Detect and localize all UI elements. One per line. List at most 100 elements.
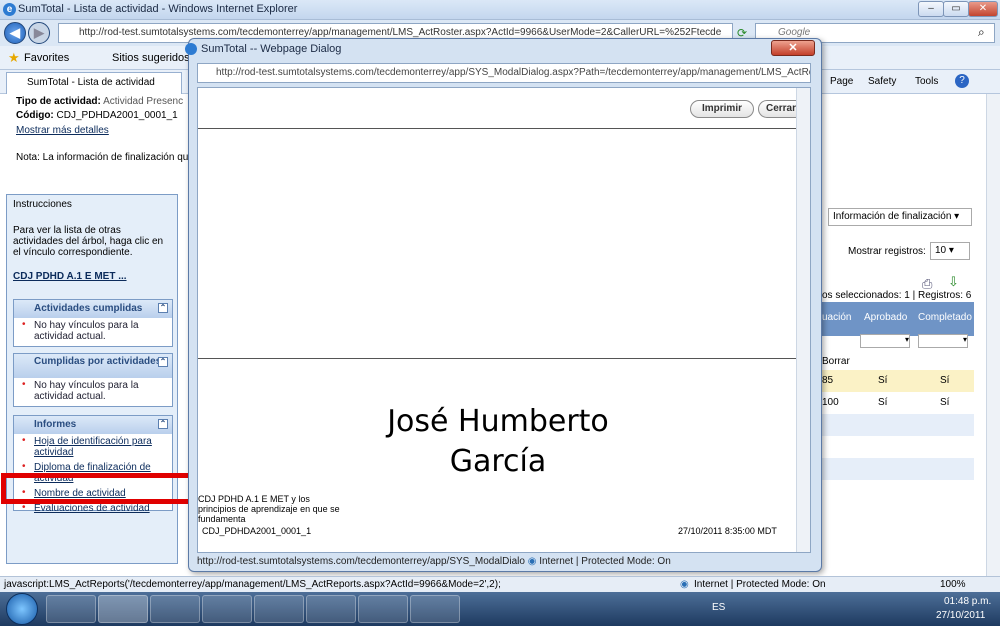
window-close-button[interactable]: ✕ (968, 1, 998, 17)
completion-info-value: Información de finalización (833, 211, 952, 222)
instructions-title: Instrucciones (13, 199, 72, 210)
filter-approved[interactable]: ▾ (860, 334, 910, 348)
taskbar-window-icon[interactable] (410, 595, 460, 623)
webpage-dialog: SumTotal -- Webpage Dialog ✕ http://rod-… (185, 38, 822, 572)
table-header: uación Aprobado Completado (822, 302, 974, 336)
instructions-text: Para ver la lista de otras actividades d… (13, 225, 164, 258)
globe-icon: ◉ (680, 579, 689, 590)
dialog-title: SumTotal -- Webpage Dialog (201, 43, 342, 55)
table-row[interactable]: 100 Sí Sí (822, 392, 974, 414)
records-value: 10 (935, 245, 947, 256)
certificate-date: 27/10/2011 8:35:00 MDT (678, 526, 777, 536)
clock-date[interactable]: 27/10/2011 (936, 610, 985, 621)
divider (198, 358, 798, 359)
language-indicator[interactable]: ES (712, 602, 725, 613)
clock-time[interactable]: 01:48 p.m. (944, 596, 991, 607)
tree-link[interactable]: CDJ PDHD A.1 E MET ... (13, 271, 127, 282)
dialog-status-bar: http://rod-test.sumtotalsystems.com/tecd… (197, 554, 811, 570)
tab-sumtotal[interactable]: SumTotal - Lista de actividad (6, 72, 182, 94)
start-button[interactable] (6, 593, 38, 625)
taskbar-paint-icon[interactable] (306, 595, 356, 623)
activity-code-row: Código: CDJ_PDHDA2001_0001_1 (16, 110, 178, 121)
favorites-button[interactable]: Favorites (24, 52, 69, 64)
taskbar-folder-icon[interactable] (150, 595, 200, 623)
safety-menu[interactable]: Safety (868, 76, 896, 87)
completed-by-activities-title: Cumplidas por actividades (34, 356, 162, 367)
highlight-box (1, 473, 204, 504)
search-icon[interactable]: ⌕ (978, 25, 985, 40)
show-records-label: Mostrar registros: (848, 246, 926, 257)
records-select[interactable]: 10 ▾ (930, 242, 970, 260)
star-icon: ★ (8, 50, 20, 65)
completed-activities-box: Actividades cumplidas ⌃ No hay vínculos p… (13, 299, 173, 347)
zoom-level[interactable]: 100% (940, 577, 966, 592)
taskbar-word-icon[interactable] (202, 595, 252, 623)
activity-code-label: Código: (16, 110, 54, 121)
recipient-name-line2: García (449, 444, 547, 479)
page-menu[interactable]: Page (830, 76, 853, 87)
activity-type-row: Tipo de actividad: Actividad Presenc (16, 96, 183, 107)
completed-activities-title: Actividades cumplidas (34, 303, 143, 314)
status-zone: Internet | Protected Mode: On (694, 579, 826, 590)
page-scrollbar[interactable] (986, 94, 1000, 576)
forward-button[interactable]: ▶ (28, 22, 50, 44)
dialog-status-url: http://rod-test.sumtotalsystems.com/tecd… (197, 556, 525, 567)
recipient-name-line1: José Humberto (387, 404, 609, 439)
note-text: Nota: La información de finalización qu (16, 152, 189, 163)
status-bar: javascript:LMS_ActReports('/tecdemonterr… (0, 576, 1000, 592)
suggested-sites-link[interactable]: Sitios sugeridos (112, 52, 190, 64)
col-completed[interactable]: Completado (918, 312, 972, 323)
reports-title: Informes (34, 419, 77, 430)
collapse-icon[interactable]: ⌃ (158, 303, 168, 313)
show-more-details-link[interactable]: Mostrar más detalles (16, 125, 109, 136)
row-approved: Sí (878, 375, 888, 386)
filter-completed[interactable]: ▾ (918, 334, 968, 348)
row-completed: Sí (940, 375, 950, 386)
reports-header[interactable]: Informes ⌃ (14, 416, 172, 434)
activity-code: CDJ_PDHDA2001_0001_1 (202, 526, 312, 536)
row-completed: Sí (940, 397, 950, 408)
dialog-body: Imprimir Cerrar José Humberto García CDJ… (197, 87, 811, 553)
selection-count: os seleccionados: 1 | Registros: 6 (822, 290, 972, 301)
divider (198, 128, 798, 129)
globe-icon: ◉ (527, 556, 537, 567)
minimize-button[interactable]: – (918, 1, 944, 17)
help-icon[interactable]: ? (955, 74, 969, 88)
left-panel: Instrucciones Para ver la lista de otras… (6, 194, 178, 564)
ie-icon (185, 43, 197, 55)
taskbar-messenger-icon[interactable] (254, 595, 304, 623)
tools-menu[interactable]: Tools (915, 76, 938, 87)
completed-by-activities-text: No hay vínculos para la actividad actual… (14, 378, 172, 404)
completed-activities-header[interactable]: Actividades cumplidas ⌃ (14, 300, 172, 318)
back-button[interactable]: ◀ (4, 22, 26, 44)
row-approved: Sí (878, 397, 888, 408)
collapse-icon[interactable]: ⌃ (158, 357, 168, 367)
taskbar-outlook-icon[interactable] (358, 595, 408, 623)
taskbar-ie-icon[interactable] (98, 595, 148, 623)
completed-activities-text: No hay vínculos para la actividad actual… (14, 318, 172, 344)
table-row[interactable]: 85 Sí Sí (822, 370, 974, 392)
completed-by-activities-box: Cumplidas por actividades⌃ No hay víncul… (13, 353, 173, 407)
maximize-button[interactable]: ▭ (943, 1, 969, 17)
dialog-url: http://rod-test.sumtotalsystems.com/tecd… (197, 63, 811, 83)
export-icon[interactable]: ⇩ (948, 274, 959, 290)
window-title: SumTotal - Lista de actividad - Windows … (18, 3, 298, 15)
row-score: 100 (822, 397, 839, 408)
dialog-scrollbar[interactable] (796, 88, 810, 552)
completed-by-activities-header[interactable]: Cumplidas por actividades ⌃ (14, 354, 172, 378)
dialog-close-button[interactable]: ✕ (771, 40, 815, 56)
col-evaluation[interactable]: uación (822, 312, 851, 323)
ie-icon: e (3, 3, 16, 16)
collapse-icon[interactable]: ⌃ (158, 419, 168, 429)
col-approved[interactable]: Aprobado (864, 312, 907, 323)
report-link-id-sheet[interactable]: Hoja de identificación para actividad (14, 434, 172, 460)
activity-description: CDJ PDHD A.1 E MET y los principios de a… (198, 494, 340, 524)
print-button[interactable]: Imprimir (690, 100, 754, 118)
status-text: javascript:LMS_ActReports('/tecdemonterr… (4, 579, 501, 590)
completion-info-select[interactable]: Información de finalización ▾ (828, 208, 972, 226)
taskbar-app-icon[interactable] (46, 595, 96, 623)
table-empty-rows (822, 414, 974, 502)
browser-title-bar: e SumTotal - Lista de actividad - Window… (0, 0, 1000, 20)
activity-type-value: Actividad Presenc (103, 96, 184, 107)
clear-filter-link[interactable]: Borrar (822, 356, 850, 367)
